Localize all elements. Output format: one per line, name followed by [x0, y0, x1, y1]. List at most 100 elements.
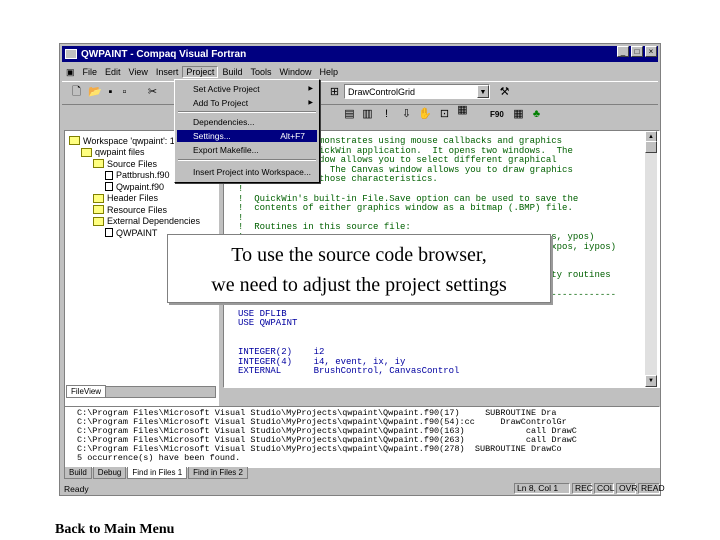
menu-build[interactable]: Build	[218, 67, 246, 77]
status-position: Ln 8, Col 1	[514, 483, 570, 494]
build-icon[interactable]: ▤	[343, 108, 356, 121]
class-icon[interactable]: ⊞	[328, 86, 341, 99]
output-line[interactable]: 5 occurrence(s) have been found.	[77, 454, 659, 463]
output-tab[interactable]: Build	[64, 467, 92, 479]
tree-item[interactable]: QWPAINT	[105, 227, 157, 238]
menu-item-label: Settings...	[193, 131, 231, 141]
menu-bar: ▣ File Edit View Insert Project Build To…	[62, 64, 658, 80]
tree-item-label: Source Files	[107, 158, 158, 169]
function-combo[interactable]: DrawControlGrid ▼	[344, 84, 490, 99]
output-panel[interactable]: C:\Program Files\Microsoft Visual Studio…	[64, 406, 660, 468]
cut-icon[interactable]: ✂	[146, 86, 159, 99]
scroll-down-icon[interactable]: ▼	[645, 375, 657, 387]
save-icon[interactable]: ▪	[104, 86, 117, 99]
folder-icon	[93, 159, 104, 168]
tree-item[interactable]: Header Files	[93, 193, 158, 204]
output-tabs: Build Debug Find in Files 1 Find in Files 2	[64, 467, 249, 479]
tree-item-label: Header Files	[107, 193, 159, 203]
tree-item[interactable]: Source Files	[93, 158, 157, 169]
code-line: ! contents of either graphics window as …	[238, 203, 573, 214]
debug-icon[interactable]: ⇩	[400, 108, 413, 121]
tree-item[interactable]: Pattbrush.f90	[105, 170, 170, 181]
menu-file[interactable]: File	[79, 67, 102, 77]
compile-icon[interactable]: ▦	[456, 104, 469, 117]
breakpoint-icon[interactable]: ✋	[418, 108, 432, 121]
folder-icon	[93, 216, 104, 226]
fortran-icon[interactable]: F90	[490, 108, 504, 121]
doc-icon[interactable]: ▣	[62, 67, 79, 78]
menu-help[interactable]: Help	[315, 67, 342, 77]
file-icon	[105, 170, 113, 180]
grid-icon[interactable]: ▦	[512, 108, 525, 121]
tree-item-label: External Dependencies	[107, 216, 201, 226]
menu-insert[interactable]: Insert	[152, 67, 183, 77]
menu-item-label: Insert Project into Workspace...	[193, 167, 311, 177]
output-tab[interactable]: Debug	[92, 467, 127, 479]
menu-view[interactable]: View	[125, 67, 152, 77]
window-controls: _ □ ×	[615, 46, 657, 57]
status-ready: Ready	[64, 484, 89, 494]
folder-icon	[93, 193, 104, 203]
menu-window[interactable]: Window	[275, 67, 315, 77]
menu-item-label: Dependencies...	[193, 117, 255, 127]
submenu-arrow-icon: ▶	[308, 86, 313, 92]
menu-project[interactable]: Project	[182, 66, 219, 78]
editor-vscroll[interactable]: ▲ ▼	[645, 131, 657, 387]
tree-item[interactable]: qwpaint files	[81, 147, 145, 158]
project-menu-item[interactable]: Add To Project ▶	[177, 97, 317, 109]
minimize-button[interactable]: _	[617, 46, 629, 57]
callout-line-2: we need to adjust the project settings	[211, 274, 507, 296]
project-icon	[81, 147, 92, 157]
browse-icon[interactable]: ⊡	[438, 108, 451, 121]
file-icon	[105, 228, 113, 237]
menu-separator	[178, 111, 316, 113]
tree-item-label: QWPAINT	[116, 227, 158, 238]
close-button[interactable]: ×	[645, 46, 657, 57]
tree-item[interactable]: Workspace 'qwpaint': 1 p	[69, 135, 182, 146]
tree-icon[interactable]: ♣	[530, 108, 543, 121]
tree-item-label: Qwpaint.f90	[116, 181, 165, 192]
menu-item-shortcut: Alt+F7	[280, 131, 305, 141]
menu-edit[interactable]: Edit	[101, 67, 125, 77]
project-menu-item[interactable]: Export Makefile...	[177, 144, 317, 156]
scroll-thumb[interactable]	[645, 141, 657, 153]
window-title: QWPAINT - Compaq Visual Fortran	[81, 48, 247, 60]
toolbar: 🗋 📂 ▪ ▫ ✂ DrawControlGrid ▼ ⊞ ⚒ ▦	[62, 81, 658, 116]
open-folder-icon[interactable]: 📂	[88, 86, 102, 99]
chevron-down-icon[interactable]: ▼	[477, 85, 489, 98]
stop-build-icon[interactable]: ▥	[361, 108, 374, 121]
tree-item-label: Pattbrush.f90	[116, 170, 170, 180]
back-to-main-menu-link[interactable]: Back to Main Menu	[55, 522, 174, 538]
maximize-button[interactable]: □	[631, 46, 643, 57]
output-tab[interactable]: Find in Files 2	[188, 467, 248, 479]
code-line: USE QWPAINT	[238, 318, 298, 329]
instruction-callout: To use the source code browser, we need …	[167, 234, 551, 303]
project-menu-item[interactable]: Insert Project into Workspace...	[177, 166, 317, 178]
tree-item[interactable]: Resource Files	[93, 204, 167, 215]
tree-item[interactable]: External Dependencies	[93, 216, 200, 227]
menu-separator	[178, 159, 316, 161]
new-file-icon[interactable]: 🗋	[70, 86, 83, 99]
menu-item-label: Export Makefile...	[193, 145, 259, 155]
fileview-tab[interactable]: FileView	[66, 385, 107, 398]
project-menu-item[interactable]: Set Active Project ▶	[177, 83, 317, 95]
tree-item-label: Resource Files	[107, 204, 168, 215]
app-icon	[65, 49, 77, 59]
execute-icon[interactable]: !	[380, 108, 393, 121]
save-all-icon[interactable]: ▫	[118, 86, 131, 99]
menu-tools[interactable]: Tools	[246, 67, 275, 77]
tree-item[interactable]: Qwpaint.f90	[105, 181, 164, 192]
project-menu-item[interactable]: Settings... Alt+F7	[177, 130, 317, 142]
callout-line-1: To use the source code browser,	[231, 244, 487, 266]
status-rec: REC	[572, 483, 593, 494]
code-line: EXTERNAL BrushControl, CanvasControl	[238, 366, 460, 377]
output-tab[interactable]: Find in Files 1	[127, 467, 188, 479]
project-menu-item[interactable]: Dependencies...	[177, 116, 317, 128]
title-bar: QWPAINT - Compaq Visual Fortran	[62, 46, 658, 62]
tree-item-label: qwpaint files	[95, 147, 145, 157]
submenu-arrow-icon: ▶	[308, 100, 313, 106]
wizard-icon[interactable]: ⚒	[498, 86, 511, 99]
file-icon	[105, 182, 113, 191]
project-menu-dropdown: Set Active Project ▶ Add To Project ▶ Depend…	[174, 79, 320, 183]
